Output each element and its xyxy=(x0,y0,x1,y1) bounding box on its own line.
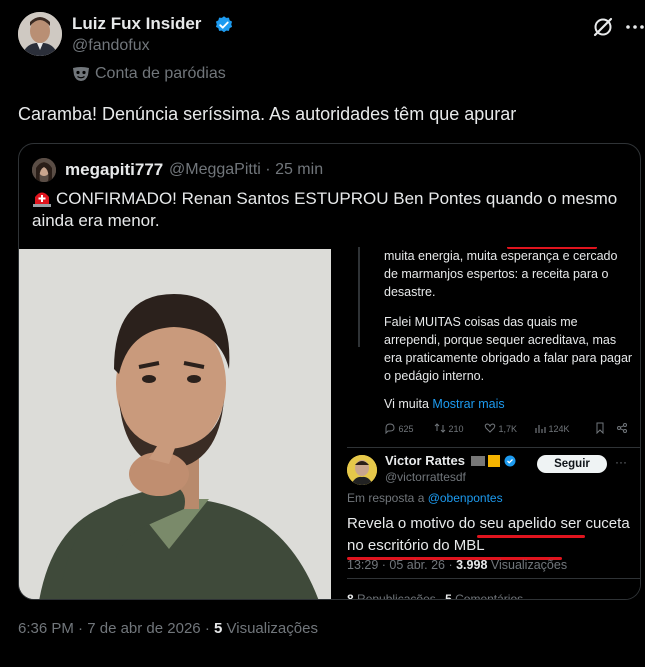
red-underline-2 xyxy=(477,535,585,538)
siren-emoji-icon xyxy=(33,192,51,207)
quote-text-block: CONFIRMADO! Renan Santos ESTUPROU Ben Po… xyxy=(32,188,632,232)
reply-meta: 13:29 · 05 abr. 26 · 3.998 Visualizações xyxy=(347,558,567,572)
author-name[interactable]: Luiz Fux Insider xyxy=(72,14,201,34)
follow-button[interactable]: Seguir xyxy=(537,455,607,473)
square-emoji-icon xyxy=(488,455,501,467)
reply-author-name-text: Victor Rattes xyxy=(385,453,465,468)
quote-media[interactable]: muita energia, muita esperança e cercado… xyxy=(19,247,640,600)
flag-emoji-icon xyxy=(470,456,485,466)
reply-icon xyxy=(385,423,395,435)
tweet-time[interactable]: 6:36 PM xyxy=(18,620,74,637)
reply-count: 625 xyxy=(398,424,414,434)
verified-badge-icon xyxy=(215,16,233,33)
media-photo[interactable] xyxy=(19,249,331,599)
reply-action[interactable]: 625 xyxy=(384,422,414,435)
quote-author-name[interactable]: megapiti777 xyxy=(65,160,163,180)
like-count: 1,7K xyxy=(498,424,518,434)
tweet-views-label: Visualizações xyxy=(222,620,318,637)
footer-sep-2: · xyxy=(200,620,214,637)
media-screenshot[interactable]: muita energia, muita esperança e cercado… xyxy=(347,247,640,600)
reply-author-name[interactable]: Victor Rattes xyxy=(385,453,516,468)
views-icon xyxy=(535,425,546,433)
show-more-prefix: Vi muita xyxy=(384,397,433,411)
footer-sep-1: · xyxy=(73,620,88,637)
repost-count: 210 xyxy=(448,424,464,434)
tweet-date[interactable]: 7 de abr de 2026 xyxy=(87,620,200,637)
quote-dot: · xyxy=(260,161,276,178)
screenshot-paragraph-2: Falei MUITAS coisas das quais me arrepen… xyxy=(384,315,633,383)
more-icon[interactable] xyxy=(624,16,645,38)
quote-author-handle[interactable]: @MeggaPitti xyxy=(169,161,261,178)
quote-time: 25 min xyxy=(275,161,324,178)
tweet-header: Luiz Fux Insider @fandofux Conta de paró… xyxy=(18,12,644,90)
bookmark-icon[interactable] xyxy=(594,422,606,434)
comments-label: Comentários xyxy=(451,592,524,600)
reply-meta-label: Visualizações xyxy=(487,558,568,572)
reply-meta-views: 3.998 xyxy=(456,558,488,572)
quote-author-avatar[interactable] xyxy=(32,158,56,182)
reply-to-line: Em resposta a @obenpontes xyxy=(347,491,503,505)
reply-divider xyxy=(347,578,640,579)
reply-more-icon[interactable]: ··· xyxy=(615,455,627,469)
author-avatar[interactable] xyxy=(18,12,62,56)
tweet-footer: 6:36 PM · 7 de abr de 2026 · 5 Visualiza… xyxy=(18,620,318,637)
show-more-link[interactable]: Mostrar mais xyxy=(432,397,504,411)
screenshot-paragraph-1: muita energia, muita esperança e cercado… xyxy=(384,249,618,299)
views-count: 124K xyxy=(548,424,570,434)
reply-verified-badge-icon xyxy=(504,455,516,467)
red-underline-1 xyxy=(507,247,597,249)
reposts-label: Republicações xyxy=(353,592,436,600)
quote-text: CONFIRMADO! Renan Santos ESTUPROU Ben Po… xyxy=(32,189,618,230)
tweet-text: Caramba! Denúncia seríssima. As autorida… xyxy=(18,104,517,124)
like-icon xyxy=(484,423,496,433)
reposts-count: 8 xyxy=(347,592,354,600)
parody-mask-icon xyxy=(73,67,89,81)
screenshot-show-more: Vi muita Mostrar mais xyxy=(384,397,505,411)
like-action[interactable]: 1,7K xyxy=(484,422,517,434)
share-icon[interactable] xyxy=(616,422,628,434)
author-handle[interactable]: @fandofux xyxy=(72,37,150,55)
thread-line xyxy=(358,247,360,347)
grok-icon[interactable] xyxy=(592,16,614,38)
reply-author-avatar[interactable] xyxy=(347,455,377,485)
reply-counts: 8 Republicações 5 Comentários xyxy=(347,592,524,600)
reply-to-prefix: Em resposta a xyxy=(347,491,428,505)
reply-author-handle[interactable]: @victorrattesdf xyxy=(385,470,466,484)
quoted-tweet[interactable]: megapiti777 @MeggaPitti · 25 min CONFIRM… xyxy=(18,143,641,600)
repost-icon xyxy=(434,423,446,433)
parody-label-text: Conta de paródias xyxy=(95,65,226,82)
reply-to-handle[interactable]: @obenpontes xyxy=(428,491,503,505)
comments-count: 5 xyxy=(445,592,452,600)
repost-action[interactable]: 210 xyxy=(434,422,464,434)
screenshot-actions: 625 210 1,7K 124K xyxy=(384,422,634,438)
reply-meta-time: 13:29 · 05 abr. 26 · xyxy=(347,558,457,572)
quote-author-meta: @MeggaPitti · 25 min xyxy=(169,161,323,179)
views-action[interactable]: 124K xyxy=(534,422,570,434)
screenshot-divider xyxy=(347,447,640,448)
